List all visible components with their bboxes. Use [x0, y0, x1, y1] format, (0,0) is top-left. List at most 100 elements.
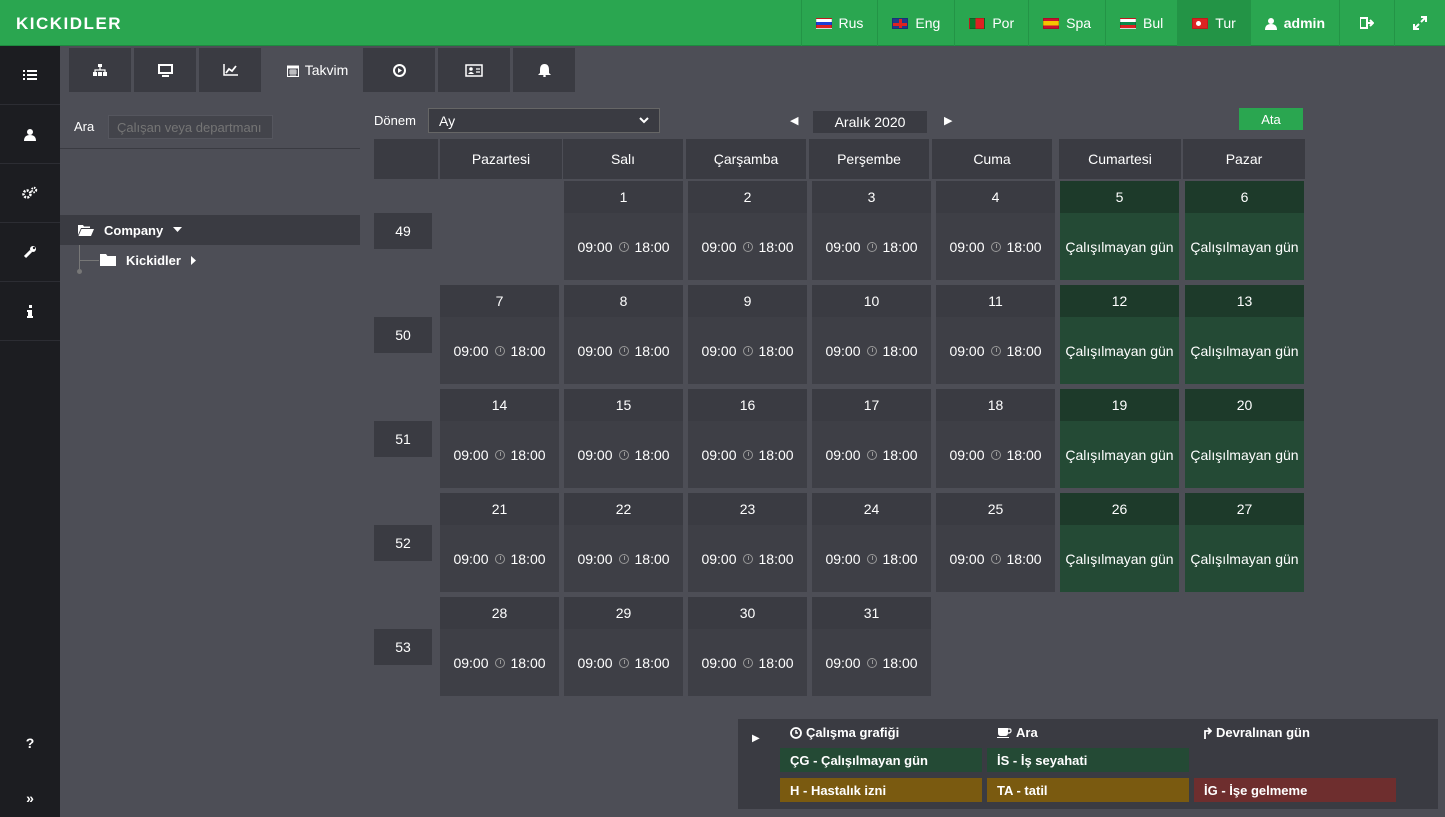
tree-kickidler[interactable]: Kickidler: [100, 249, 196, 271]
lang-bul[interactable]: Bul: [1105, 0, 1177, 46]
calendar-day[interactable]: 21 09:00 18:00: [440, 493, 559, 592]
nav-list[interactable]: [0, 46, 60, 105]
lang-label: Tur: [1215, 15, 1236, 31]
calendar-day[interactable]: 8 09:00 18:00: [564, 285, 683, 384]
day-schedule: 09:00 18:00: [812, 317, 931, 384]
work-end: 18:00: [758, 342, 794, 359]
calendar-day[interactable]: 22 09:00 18:00: [564, 493, 683, 592]
nav-users[interactable]: [0, 105, 60, 164]
week-number[interactable]: 50: [374, 317, 432, 353]
day-schedule: Çalışılmayan gün: [1060, 525, 1179, 592]
calendar-day-off[interactable]: 13 Çalışılmayan gün: [1185, 285, 1304, 384]
prev-month-button[interactable]: ◀: [790, 114, 798, 127]
lang-tur[interactable]: Tur: [1177, 0, 1250, 46]
calendar-day-off[interactable]: 27 Çalışılmayan gün: [1185, 493, 1304, 592]
day-header: Pazartesi: [440, 139, 562, 179]
work-start: 09:00: [949, 342, 985, 359]
calendar-day[interactable]: 25 09:00 18:00: [936, 493, 1055, 592]
calendar-day[interactable]: 28 09:00 18:00: [440, 597, 559, 696]
lang-eng[interactable]: Eng: [877, 0, 954, 46]
user-menu[interactable]: admin: [1249, 0, 1339, 46]
tab-id-card[interactable]: [438, 48, 510, 92]
calendar-day[interactable]: 3 09:00 18:00: [812, 181, 931, 280]
day-number: 15: [564, 389, 683, 421]
week-number[interactable]: 51: [374, 421, 432, 457]
tab-notifications[interactable]: [513, 48, 575, 92]
calendar-day-off[interactable]: 6 Çalışılmayan gün: [1185, 181, 1304, 280]
monitor-icon: [157, 63, 173, 77]
calendar-day[interactable]: 18 09:00 18:00: [936, 389, 1055, 488]
tab-structure[interactable]: [69, 48, 131, 92]
tab-reports[interactable]: [199, 48, 261, 92]
assign-button[interactable]: Ata: [1239, 108, 1303, 130]
non-working-label: Çalışılmayan gün: [1065, 342, 1174, 359]
coffee-icon: [997, 728, 1012, 738]
calendar-day[interactable]: 4 09:00 18:00: [936, 181, 1055, 280]
lang-spa[interactable]: Spa: [1028, 0, 1105, 46]
tree-company[interactable]: Company: [60, 215, 360, 245]
work-start: 09:00: [577, 446, 613, 463]
user-icon: [24, 128, 36, 141]
calendar-day[interactable]: 14 09:00 18:00: [440, 389, 559, 488]
work-end: 18:00: [634, 446, 670, 463]
calendar-day[interactable]: 30 09:00 18:00: [688, 597, 807, 696]
calendar-day[interactable]: 23 09:00 18:00: [688, 493, 807, 592]
fullscreen-button[interactable]: [1394, 0, 1445, 46]
legend-toggle-icon[interactable]: ▶: [752, 733, 760, 744]
clock-icon: [618, 449, 629, 460]
legend: ▶ Çalışma grafiği Ara Devralınan gün ÇG …: [738, 719, 1438, 809]
work-end: 18:00: [758, 550, 794, 567]
calendar-day[interactable]: 31 09:00 18:00: [812, 597, 931, 696]
calendar-day[interactable]: 16 09:00 18:00: [688, 389, 807, 488]
search-input[interactable]: [108, 115, 273, 139]
calendar-day-off[interactable]: 12 Çalışılmayan gün: [1060, 285, 1179, 384]
nav-info[interactable]: [0, 282, 60, 341]
work-end: 18:00: [510, 446, 546, 463]
lang-por[interactable]: Por: [954, 0, 1028, 46]
tab-calendar[interactable]: Takvim: [266, 48, 369, 92]
help-button[interactable]: ?: [0, 718, 60, 768]
logo: KICKIDLER: [16, 14, 123, 33]
work-start: 09:00: [825, 446, 861, 463]
week-number[interactable]: 52: [374, 525, 432, 561]
logout-button[interactable]: [1339, 0, 1394, 46]
day-number: 25: [936, 493, 1055, 525]
calendar-day[interactable]: 10 09:00 18:00: [812, 285, 931, 384]
work-start: 09:00: [825, 238, 861, 255]
calendar-day[interactable]: 15 09:00 18:00: [564, 389, 683, 488]
day-number: 28: [440, 597, 559, 629]
calendar-day-off[interactable]: 20 Çalışılmayan gün: [1185, 389, 1304, 488]
period-select[interactable]: Ay: [428, 108, 660, 133]
calendar-day[interactable]: 9 09:00 18:00: [688, 285, 807, 384]
calendar-day[interactable]: 7 09:00 18:00: [440, 285, 559, 384]
calendar-day-off[interactable]: 5 Çalışılmayan gün: [1060, 181, 1179, 280]
day-number: 14: [440, 389, 559, 421]
day-number: 23: [688, 493, 807, 525]
calendar-day[interactable]: 2 09:00 18:00: [688, 181, 807, 280]
calendar-day[interactable]: 24 09:00 18:00: [812, 493, 931, 592]
folder-open-icon: [78, 225, 94, 236]
calendar-day[interactable]: 1 09:00 18:00: [564, 181, 683, 280]
day-schedule: 09:00 18:00: [812, 629, 931, 696]
tab-video[interactable]: [363, 48, 435, 92]
calendar-day-off[interactable]: 19 Çalışılmayan gün: [1060, 389, 1179, 488]
legend-absence: İG - İşe gelmeme: [1194, 778, 1396, 802]
calendar-day[interactable]: 29 09:00 18:00: [564, 597, 683, 696]
left-nav: ? »: [0, 46, 60, 817]
day-number: 30: [688, 597, 807, 629]
calendar-day[interactable]: 17 09:00 18:00: [812, 389, 931, 488]
next-month-button[interactable]: ▶: [944, 114, 952, 127]
calendar-day[interactable]: 11 09:00 18:00: [936, 285, 1055, 384]
nav-settings[interactable]: [0, 164, 60, 223]
week-number[interactable]: 49: [374, 213, 432, 249]
week-number[interactable]: 53: [374, 629, 432, 665]
calendar-day-off[interactable]: 26 Çalışılmayan gün: [1060, 493, 1179, 592]
day-header: Cumartesi: [1059, 139, 1181, 179]
expand-nav-button[interactable]: »: [0, 773, 60, 817]
work-end: 18:00: [882, 550, 918, 567]
clock-icon: [494, 345, 505, 356]
nav-tools[interactable]: [0, 223, 60, 282]
clock-icon: [866, 657, 877, 668]
lang-rus[interactable]: Rus: [800, 0, 878, 46]
tab-monitor[interactable]: [134, 48, 196, 92]
